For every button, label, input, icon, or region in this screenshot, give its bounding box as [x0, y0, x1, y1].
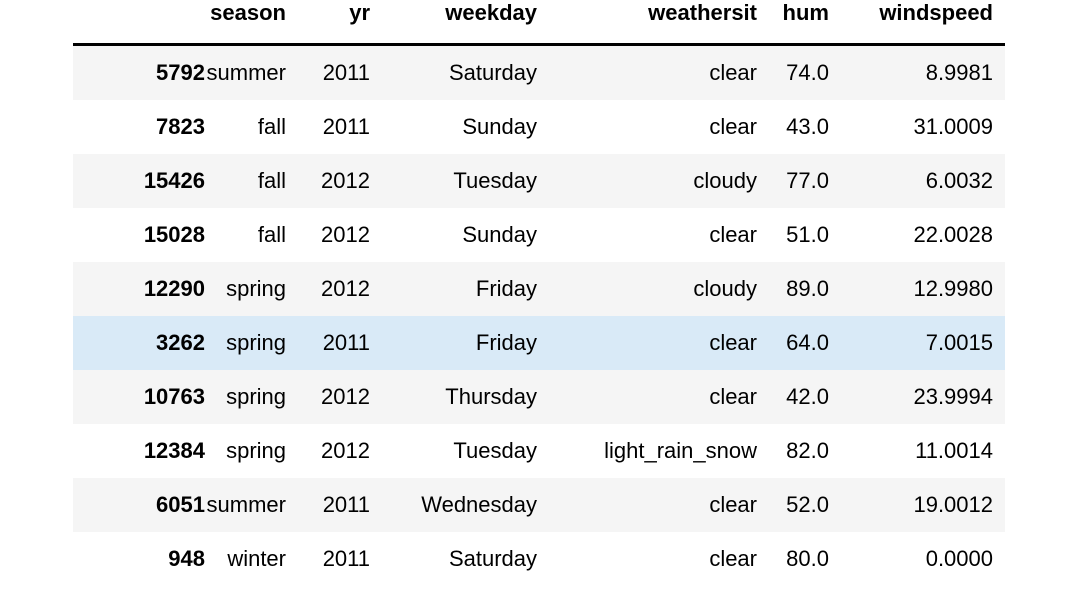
cell-yr: 2012 [286, 370, 370, 424]
cell-windspeed: 8.9981 [829, 44, 1005, 100]
column-header-season: season [205, 0, 286, 46]
table-row[interactable]: 15426 fall 2012 Tuesday cloudy 77.0 6.0032 [73, 154, 1005, 208]
cell-hum: 43.0 [786, 114, 829, 139]
cell-weekday: Saturday [448, 546, 537, 571]
table-row[interactable]: 7823 fall 2011 Sunday clear 43.0 31.0009 [73, 100, 1005, 154]
cell-weekday: Wednesday [370, 478, 537, 532]
cell-season: spring [205, 316, 286, 370]
table-row[interactable]: 6051 summer 2011 Wednesday clear 52.0 19.0012 [73, 478, 1005, 532]
cell-weekday: Sunday [462, 114, 537, 139]
column-header-windspeed: windspeed [829, 0, 1005, 46]
cell-windspeed: 0.0000 [925, 546, 993, 571]
cell-hum: 77.0 [757, 154, 829, 208]
cell-hum: 80.0 [786, 546, 829, 571]
cell-season: summer [205, 478, 286, 532]
cell-season: summer [205, 44, 286, 100]
cell-yr: 2011 [322, 546, 370, 571]
dataframe-container: season yr weekday weathersit hum windspe… [73, 0, 1005, 586]
cell-season: spring [205, 370, 286, 424]
cell-hum: 51.0 [786, 222, 829, 247]
cell-weathersit: clear [537, 44, 757, 100]
table-body: 5792 summer 2011 Saturday clear 74.0 8.9981 782… [73, 44, 1005, 587]
cell-weathersit: light_rain_snow [604, 438, 757, 463]
cell-windspeed: 12.9980 [829, 262, 1005, 316]
cell-weathersit: clear [709, 222, 757, 247]
cell-yr: 2012 [321, 438, 370, 463]
cell-season: fall [257, 222, 286, 247]
cell-season: winter [227, 546, 286, 571]
table-row[interactable]: 15028 fall 2012 Sunday clear 51.0 22.0028 [73, 208, 1005, 262]
column-header-hum: hum [757, 0, 829, 46]
cell-season: spring [205, 262, 286, 316]
cell-weathersit: cloudy [537, 262, 757, 316]
table-header: season yr weekday weathersit hum windspe… [73, 0, 1005, 46]
row-index-cell: 6051 [73, 478, 205, 532]
cell-windspeed: 11.0014 [915, 438, 993, 463]
cell-yr: 2011 [286, 44, 370, 100]
cell-weekday: Saturday [370, 44, 537, 100]
cell-hum: 82.0 [786, 438, 829, 463]
cell-windspeed: 7.0015 [829, 316, 1005, 370]
cell-yr: 2011 [286, 316, 370, 370]
cell-windspeed: 6.0032 [829, 154, 1005, 208]
cell-hum: 74.0 [757, 44, 829, 100]
cell-yr: 2012 [286, 154, 370, 208]
row-index-cell: 948 [168, 546, 205, 571]
row-index-cell: 15426 [73, 154, 205, 208]
cell-weathersit: cloudy [537, 154, 757, 208]
cell-weathersit: clear [709, 546, 757, 571]
cell-hum: 52.0 [757, 478, 829, 532]
row-index-cell: 5792 [73, 44, 205, 100]
cell-weekday: Thursday [370, 370, 537, 424]
table-row[interactable]: 12384 spring 2012 Tuesday light_rain_snow 82.… [73, 424, 1005, 478]
cell-weathersit: clear [537, 370, 757, 424]
cell-hum: 42.0 [757, 370, 829, 424]
cell-windspeed: 19.0012 [829, 478, 1005, 532]
row-index-cell: 10763 [73, 370, 205, 424]
row-index-cell: 15028 [143, 222, 205, 247]
cell-weathersit: clear [537, 316, 757, 370]
cell-windspeed: 22.0028 [913, 222, 993, 247]
cell-windspeed: 31.0009 [913, 114, 993, 139]
cell-weathersit: clear [537, 478, 757, 532]
cell-season: fall [205, 154, 286, 208]
table-row[interactable]: 3262 spring 2011 Friday clear 64.0 7.0015 [73, 316, 1005, 370]
cell-windspeed: 23.9994 [829, 370, 1005, 424]
column-header-weekday: weekday [370, 0, 537, 46]
header-row: season yr weekday weathersit hum windspe… [73, 0, 1005, 46]
row-index-cell: 7823 [156, 114, 205, 139]
table-row[interactable]: 948 winter 2011 Saturday clear 80.0 0.0000 [73, 532, 1005, 586]
cell-yr: 2011 [322, 114, 370, 139]
cell-weekday: Sunday [462, 222, 537, 247]
column-header-index [73, 0, 205, 46]
cell-weekday: Tuesday [453, 438, 537, 463]
cell-hum: 89.0 [757, 262, 829, 316]
cell-weekday: Friday [370, 262, 537, 316]
table-row[interactable]: 12290 spring 2012 Friday cloudy 89.0 12.9980 [73, 262, 1005, 316]
cell-hum: 64.0 [757, 316, 829, 370]
table-row[interactable]: 5792 summer 2011 Saturday clear 74.0 8.9981 [73, 44, 1005, 100]
dataframe-table: season yr weekday weathersit hum windspe… [73, 0, 1005, 586]
column-header-yr: yr [286, 0, 370, 46]
row-index-cell: 12290 [73, 262, 205, 316]
cell-yr: 2012 [286, 262, 370, 316]
cell-yr: 2012 [321, 222, 370, 247]
cell-weathersit: clear [709, 114, 757, 139]
cell-season: fall [257, 114, 286, 139]
row-index-cell: 12384 [143, 438, 205, 463]
cell-yr: 2011 [286, 478, 370, 532]
cell-season: spring [226, 438, 286, 463]
column-header-weathersit: weathersit [537, 0, 757, 46]
cell-weekday: Tuesday [370, 154, 537, 208]
row-index-cell: 3262 [73, 316, 205, 370]
table-row[interactable]: 10763 spring 2012 Thursday clear 42.0 23.9994 [73, 370, 1005, 424]
cell-weekday: Friday [370, 316, 537, 370]
